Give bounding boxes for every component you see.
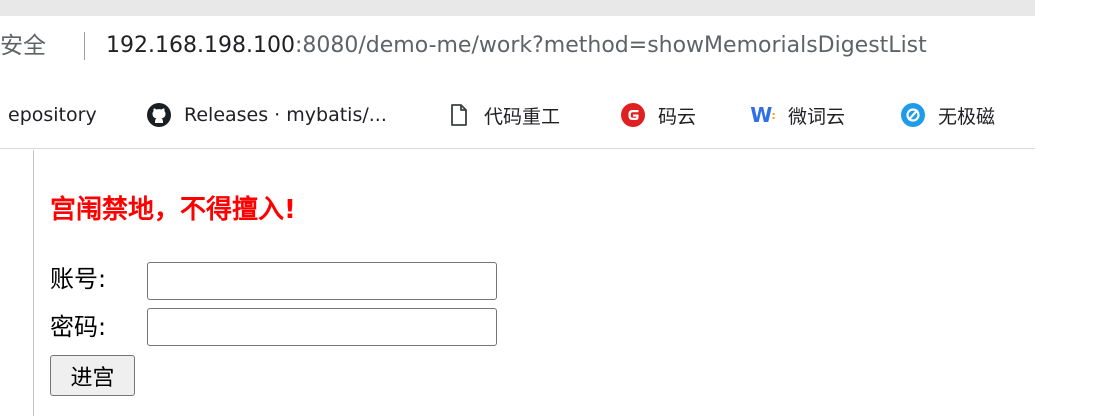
- bookmark-label: Releases · mybatis/...: [184, 104, 387, 126]
- url-host: 192.168.198.100: [106, 33, 295, 58]
- bookmark-daima-zhonggong[interactable]: 代码重工: [446, 98, 560, 132]
- github-icon: [146, 102, 172, 128]
- page-icon: [446, 102, 472, 128]
- password-input[interactable]: [147, 308, 497, 346]
- page-warning-heading: 宫闱禁地，不得擅入!: [50, 195, 296, 225]
- bookmark-weiciyun[interactable]: W: 微词云: [750, 98, 845, 132]
- bookmark-label: 码云: [658, 105, 697, 128]
- bookmark-releases-mybatis[interactable]: Releases · mybatis/...: [146, 98, 387, 132]
- security-label: 安全: [0, 33, 46, 59]
- account-input[interactable]: [147, 262, 497, 300]
- bookmark-label: 代码重工: [484, 105, 561, 128]
- url-text[interactable]: 192.168.198.100:8080/demo-me/work?method…: [106, 30, 927, 62]
- gitee-icon: [620, 102, 646, 128]
- bookmark-label: 微词云: [788, 105, 846, 128]
- submit-button[interactable]: 进宫: [50, 355, 135, 396]
- tab-strip: [0, 0, 1035, 16]
- bookmark-gitee[interactable]: 码云: [620, 98, 696, 132]
- account-label: 账号:: [50, 265, 107, 293]
- bookmark-repository[interactable]: epository: [8, 98, 97, 132]
- security-indicator[interactable]: 安全: [0, 30, 62, 62]
- wuji-icon: [900, 102, 926, 128]
- url-path: :8080/demo-me/work?method=showMemorialsD…: [294, 33, 927, 58]
- bookmark-label: epository: [8, 104, 97, 126]
- weiciyun-icon: W:: [750, 103, 776, 127]
- bookmark-wuji[interactable]: 无极磁: [900, 98, 995, 132]
- password-label: 密码:: [50, 313, 107, 341]
- bookmark-label: 无极磁: [938, 105, 996, 128]
- address-divider: [84, 32, 85, 60]
